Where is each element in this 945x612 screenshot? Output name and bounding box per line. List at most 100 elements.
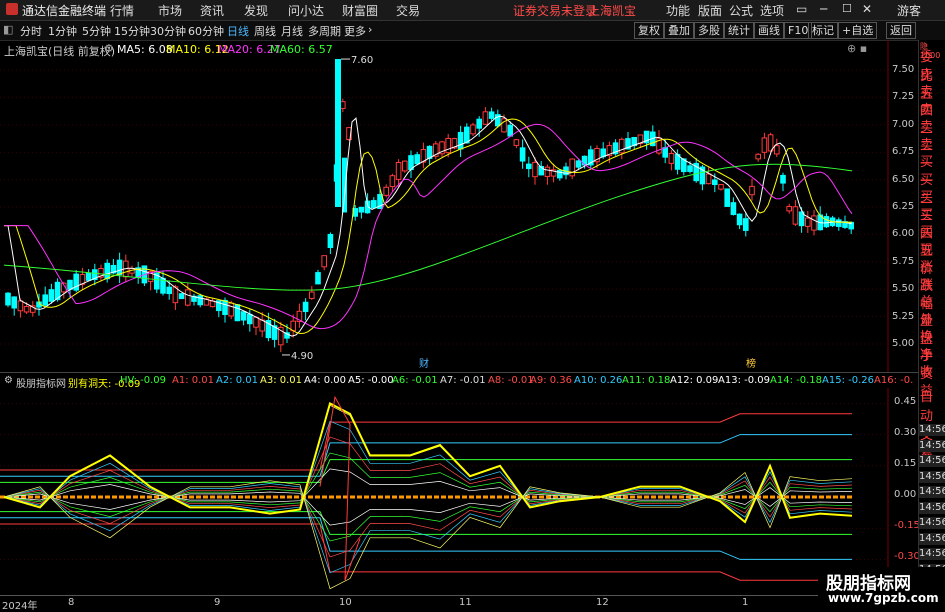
- duogu-button[interactable]: 多股: [694, 22, 724, 39]
- close-icon[interactable]: ✕: [862, 2, 872, 16]
- candle-body: [335, 59, 341, 207]
- period-1min[interactable]: 1分钟: [48, 23, 77, 39]
- band-a16: [0, 523, 852, 581]
- candle-body: [718, 184, 724, 190]
- tongji-button[interactable]: 统计: [724, 22, 754, 39]
- candle-body: [85, 272, 92, 281]
- menu-wenxiaoda[interactable]: 问小达: [288, 2, 324, 19]
- candle-body: [17, 300, 24, 312]
- app-logo-icon: [6, 3, 18, 15]
- back-button[interactable]: 返回: [886, 22, 916, 39]
- watermark-url: www.7gpzb.com: [828, 591, 939, 605]
- indicator-param-17: A16: -0.: [874, 375, 914, 386]
- menu-gongneng[interactable]: 功能: [666, 2, 690, 19]
- indicator-param-4: A3: 0.01: [260, 375, 303, 386]
- candle-body: [526, 163, 532, 170]
- time-label: 8: [68, 597, 75, 608]
- indicator-param-7: A6: -0.01: [392, 375, 438, 386]
- time-label: 12: [596, 597, 609, 608]
- toolbar-prev-icon[interactable]: ◧: [3, 23, 13, 36]
- indicator-chart[interactable]: [0, 388, 918, 595]
- period-15min[interactable]: 15分钟: [114, 23, 150, 39]
- kline-chart[interactable]: 7.60 4.90 财 榜: [0, 40, 918, 372]
- candle-body: [792, 206, 799, 225]
- indicator-param-2: A1: 0.01: [172, 375, 215, 386]
- indicator-param-1: HV: -0.09: [120, 375, 166, 386]
- indicator-param-15: A14: -0.18: [770, 375, 822, 386]
- candle-body: [569, 158, 576, 177]
- period-5min[interactable]: 5分钟: [82, 23, 111, 39]
- candle-body: [519, 147, 526, 162]
- time-label: 2024年: [2, 601, 38, 612]
- candle-body: [513, 139, 520, 146]
- sidebar-toggle-icon[interactable]: 隐 1000: [920, 42, 940, 60]
- candle-body: [482, 111, 489, 125]
- oscillator-line: [3, 420, 853, 518]
- price-tick: 7.00: [892, 118, 915, 130]
- period-toolbar: ◧ 分时 1分钟 5分钟 15分钟 30分钟 60分钟 日线 周线 月线 多周期…: [0, 21, 945, 41]
- band-a9: [0, 413, 852, 471]
- tick-time: 14:56: [919, 517, 945, 529]
- candle-body: [11, 296, 17, 309]
- guest-label[interactable]: 游客: [897, 2, 921, 19]
- candle-body: [383, 186, 389, 196]
- period-60min[interactable]: 60分钟: [188, 23, 224, 39]
- price-tick: 7.25: [892, 91, 915, 103]
- time-label: 10: [339, 597, 352, 608]
- biaoji-button[interactable]: 标记: [808, 22, 838, 39]
- more-chevron-icon[interactable]: ›: [368, 23, 372, 36]
- candle-body: [253, 316, 259, 328]
- menu-hangqing[interactable]: 行情: [110, 2, 134, 19]
- indicator-param-13: A12: 0.09: [670, 375, 719, 386]
- price-tick: 6.75: [892, 146, 915, 158]
- indicator-param-6: A5: -0.00: [348, 375, 394, 386]
- period-weekly[interactable]: 周线: [254, 23, 276, 39]
- candle-body: [780, 174, 786, 184]
- price-tick: 5.50: [892, 283, 915, 295]
- candle-body: [302, 301, 309, 313]
- oscillator-line-mirror: [3, 480, 853, 558]
- huaxian-button[interactable]: 画线: [754, 22, 784, 39]
- watermark: 股朋指标网 www.7gpzb.com: [818, 567, 945, 609]
- indicator-tick: -0.30: [894, 551, 920, 562]
- candle-body: [755, 153, 762, 160]
- candle-body: [67, 279, 73, 290]
- diejia-button[interactable]: 叠加: [664, 22, 694, 39]
- add-favorite-button[interactable]: +自选: [838, 22, 878, 39]
- menu-gongshi[interactable]: 公式: [729, 2, 753, 19]
- menu-shichang[interactable]: 市场: [158, 2, 182, 19]
- candle-body: [23, 306, 30, 313]
- high-label: 7.60: [351, 55, 373, 66]
- period-more[interactable]: 更多: [344, 23, 366, 39]
- period-monthly[interactable]: 月线: [281, 23, 303, 39]
- price-tick: 5.25: [892, 310, 915, 322]
- menu-xuanxiang[interactable]: 选项: [760, 2, 784, 19]
- fuquan-button[interactable]: 复权: [634, 22, 664, 39]
- indicator-param-16: A15: -0.26: [822, 375, 874, 386]
- menu-caifuquan[interactable]: 财富圈: [342, 2, 378, 19]
- minimize-icon[interactable]: ▭: [796, 2, 807, 16]
- period-30min[interactable]: 30分钟: [150, 23, 186, 39]
- stock-name-title: 上海凯宝: [588, 4, 637, 18]
- maximize-icon[interactable]: ☐: [842, 2, 852, 15]
- minimize-window-icon[interactable]: ─: [820, 2, 827, 16]
- menu-jiaoyi[interactable]: 交易: [396, 2, 420, 19]
- menu-zixun[interactable]: 资讯: [200, 2, 224, 19]
- menu-banmian[interactable]: 版面: [698, 2, 722, 19]
- indicator-param-11: A10: 0.26: [574, 375, 623, 386]
- price-tick: 7.50: [892, 64, 915, 75]
- candle-body: [557, 169, 563, 179]
- tick-time: 14:56: [919, 470, 945, 483]
- menu-faxian[interactable]: 发现: [244, 2, 268, 19]
- indicator-settings-icon[interactable]: ⚙: [4, 375, 13, 386]
- price-tick: 6.25: [892, 201, 915, 212]
- period-daily[interactable]: 日线: [227, 23, 249, 39]
- indicator-param-8: A7: -0.01: [440, 375, 486, 386]
- indicator-tick: 0.45: [894, 396, 917, 407]
- tick-time: 14:56: [919, 501, 945, 514]
- candle-body: [786, 205, 793, 212]
- period-multi[interactable]: 多周期: [308, 23, 341, 39]
- period-fenshi[interactable]: 分时: [20, 23, 42, 39]
- candle-body: [259, 319, 265, 332]
- broker-status[interactable]: 证券交易未登录: [513, 2, 597, 19]
